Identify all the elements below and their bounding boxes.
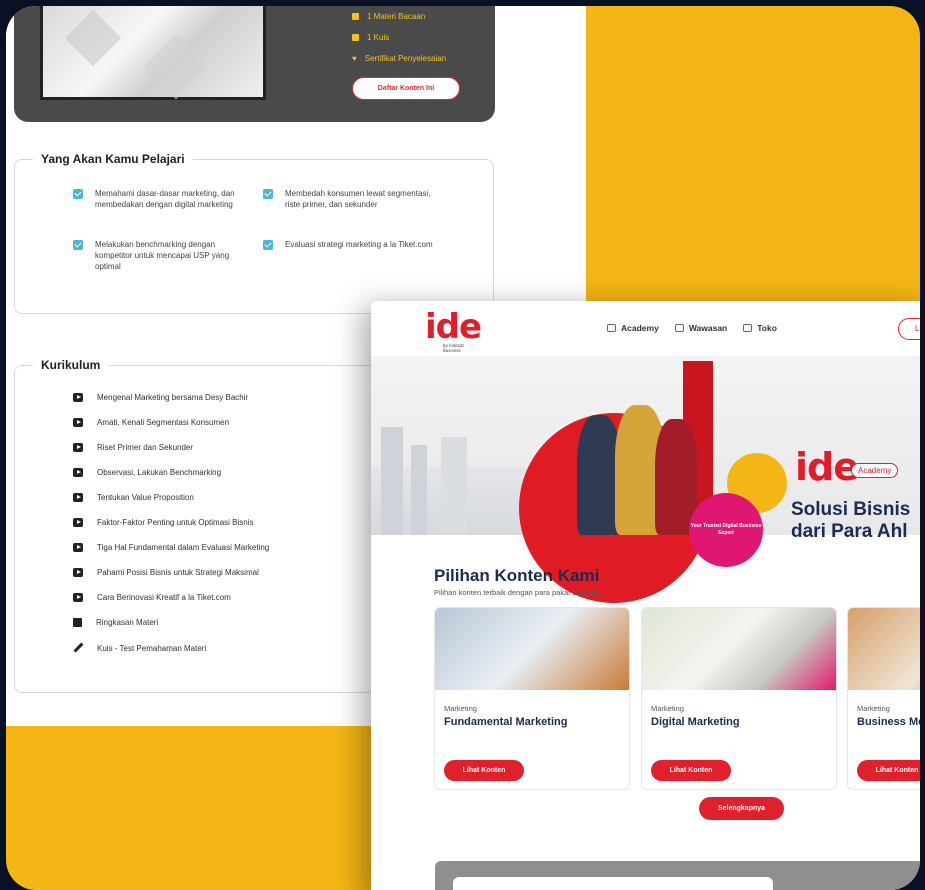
card-category: Marketing xyxy=(651,704,684,713)
course-hero: 1 Materi Bacaan 1 Kuis ♥ Sertifikat Peny… xyxy=(14,6,495,122)
play-icon xyxy=(73,518,83,527)
logo[interactable]: ide by Indosat Business xyxy=(425,307,482,353)
pencil-icon xyxy=(73,643,83,653)
card-title: Fundamental Marketing xyxy=(444,716,568,728)
curriculum-item[interactable]: Kuis - Test Pemahaman Materi xyxy=(73,643,206,653)
view-content-button[interactable]: Lihat Konten xyxy=(651,760,731,781)
academy-tag: Academy xyxy=(851,463,899,478)
see-more-button[interactable]: Selengkapnya xyxy=(699,797,784,820)
checkbox-icon xyxy=(263,189,273,199)
card-title: Digital Marketing xyxy=(651,716,740,728)
card-title: Business Mod xyxy=(857,716,920,728)
curriculum-item[interactable]: Mengenal Marketing bersama Desy Bachir xyxy=(73,393,248,402)
play-icon xyxy=(73,393,83,402)
login-button[interactable]: Log xyxy=(898,318,920,340)
curriculum-item[interactable]: Tiga Hal Fundamental dalam Evaluasi Mark… xyxy=(73,543,269,552)
play-icon xyxy=(73,568,83,577)
play-icon xyxy=(73,418,83,427)
building xyxy=(411,445,427,535)
nav-links: Academy Wawasan Toko xyxy=(607,323,777,333)
card-image xyxy=(642,608,836,690)
checkbox-icon xyxy=(263,240,273,250)
learn-title: Yang Akan Kamu Pelajari xyxy=(33,152,193,166)
toko-icon xyxy=(743,324,753,332)
course-thumbnail xyxy=(40,6,266,100)
top-nav: ide by Indosat Business Academy Wawasan … xyxy=(371,301,920,357)
curriculum-item[interactable]: Ringkasan Materi xyxy=(73,618,158,627)
showcase-frame: 1 Materi Bacaan 1 Kuis ♥ Sertifikat Peny… xyxy=(6,6,920,890)
curriculum-title: Kurikulum xyxy=(33,358,109,372)
academy-icon xyxy=(607,324,616,332)
building xyxy=(381,427,403,535)
card-category: Marketing xyxy=(857,704,890,713)
content-card[interactable]: Marketing Fundamental Marketing Lihat Ko… xyxy=(434,607,630,790)
curriculum-item[interactable]: Tentukan Value Proposition xyxy=(73,493,194,502)
meta-certificate: ♥ Sertifikat Penyelesaian xyxy=(352,54,447,63)
curriculum-item[interactable]: Faktor-Faktor Penting untuk Optimasi Bis… xyxy=(73,518,254,527)
book-icon xyxy=(73,618,82,627)
curriculum-item[interactable]: Cara Berinovasi Kreatif a la Tiket.com xyxy=(73,593,231,602)
card-image xyxy=(435,608,629,690)
play-icon xyxy=(73,443,83,452)
trusted-badge: Your Trusted Digital Business Expert xyxy=(689,493,763,567)
curriculum-item[interactable]: Riset Primer dan Sekunder xyxy=(73,443,193,452)
banner-headline: Solusi Bisnis xyxy=(791,499,911,520)
learn-item: Memahami dasar-dasar marketing, dan memb… xyxy=(73,188,253,210)
meta-reading: 1 Materi Bacaan xyxy=(352,12,425,21)
learn-item: Melakukan benchmarking dengan kompetitor… xyxy=(73,239,253,272)
card-category: Marketing xyxy=(444,704,477,713)
register-button[interactable]: Daftar Konten Ini xyxy=(352,77,460,100)
learn-item: Evaluasi strategi marketing a la Tiket.c… xyxy=(263,239,443,250)
play-icon xyxy=(73,493,83,502)
checkbox-icon xyxy=(73,240,83,250)
curriculum-item[interactable]: Pahami Posisi Bisnis untuk Strategi Maks… xyxy=(73,568,259,577)
preview-card xyxy=(453,877,773,890)
homepage: ide by Indosat Business Academy Wawasan … xyxy=(371,301,920,890)
card-image xyxy=(848,608,920,690)
section-title: Pilihan Konten Kami xyxy=(434,566,600,585)
content-card[interactable]: Marketing Business Mod Lihat Konten xyxy=(847,607,920,790)
section-subtitle: Pilihan konten terbaik dengan para pakar… xyxy=(434,588,600,597)
hero-banner: Your Trusted Digital Business Expert ide… xyxy=(371,357,920,603)
banner-headline: dari Para Ahl xyxy=(791,521,908,542)
nav-wawasan[interactable]: Wawasan xyxy=(674,323,727,333)
play-icon xyxy=(73,543,83,552)
nav-academy[interactable]: Academy xyxy=(607,323,659,333)
nav-toko[interactable]: Toko xyxy=(743,323,777,333)
learn-item: Membedah konsumen lewat segmentasi, rist… xyxy=(263,188,443,210)
learn-section: Yang Akan Kamu Pelajari Memahami dasar-d… xyxy=(14,152,494,314)
meta-quiz: 1 Kuis xyxy=(352,33,389,42)
view-content-button[interactable]: Lihat Konten xyxy=(857,760,920,781)
building xyxy=(441,437,467,535)
wawasan-icon xyxy=(674,324,684,332)
quiz-icon xyxy=(352,34,359,41)
view-content-button[interactable]: Lihat Konten xyxy=(444,760,524,781)
banner-logo: ide xyxy=(795,445,859,489)
curriculum-item[interactable]: Amati, Kenali Segmentasi Konsumen xyxy=(73,418,229,427)
play-icon xyxy=(73,468,83,477)
next-section-preview xyxy=(435,861,920,890)
checkbox-icon xyxy=(73,189,83,199)
book-icon xyxy=(352,13,359,20)
curriculum-item[interactable]: Observasi, Lakukan Benchmarking xyxy=(73,468,221,477)
content-card[interactable]: Marketing Digital Marketing Lihat Konten xyxy=(641,607,837,790)
trophy-icon: ♥ xyxy=(352,54,357,63)
play-icon xyxy=(73,593,83,602)
